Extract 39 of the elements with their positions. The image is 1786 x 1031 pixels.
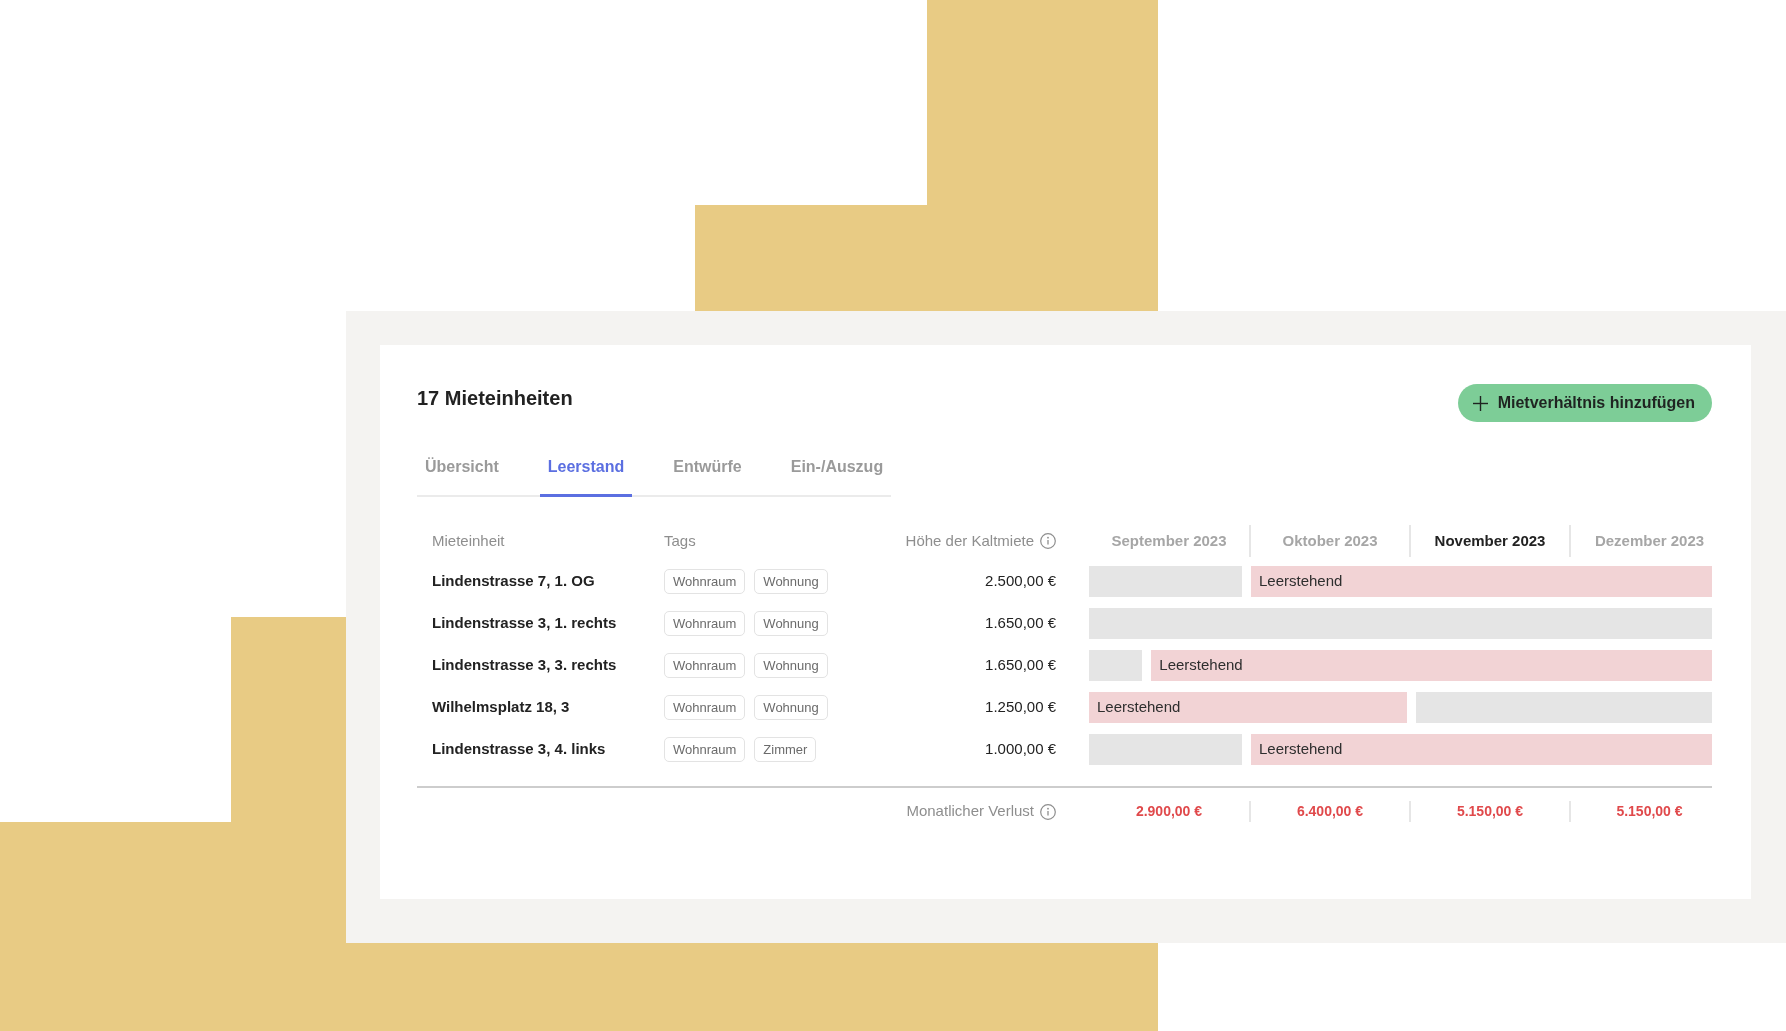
- unit-name: Lindenstrasse 3, 3. rechts: [432, 655, 617, 676]
- tab[interactable]: Übersicht: [417, 442, 507, 497]
- add-tenancy-button[interactable]: Mietverhältnis hinzufügen: [1457, 384, 1712, 422]
- tag: Wohnraum: [664, 653, 746, 678]
- month-header: November 2023: [1434, 530, 1546, 551]
- month-header: Oktober 2023: [1282, 530, 1378, 551]
- unit-name: Lindenstrasse 7, 1. OG: [432, 571, 595, 592]
- rent-amount: 1.250,00 €: [985, 697, 1056, 718]
- column-header: Mieteinheit: [432, 530, 505, 551]
- month-header: Dezember 2023: [1594, 530, 1705, 551]
- rent-amount: 1.650,00 €: [985, 655, 1056, 676]
- loss-amount: 5.150,00 €: [1616, 802, 1683, 821]
- loss-amount: 2.900,00 €: [1135, 802, 1203, 821]
- loss-amount: 6.400,00 €: [1296, 802, 1364, 821]
- rent-amount: 2.500,00 €: [985, 571, 1056, 592]
- column-header: Höhe der Kaltmiete: [905, 530, 1034, 551]
- column-header: Tags: [664, 530, 696, 551]
- loss-amount: 5.150,00 €: [1456, 802, 1524, 821]
- footer-label: Monatlicher Verlust: [906, 801, 1034, 822]
- rent-amount: 1.650,00 €: [985, 613, 1056, 634]
- tag: Zimmer: [754, 737, 817, 762]
- tab[interactable]: Leerstand: [539, 442, 633, 497]
- tag: Wohnraum: [664, 611, 746, 636]
- unit-name: Wilhelmsplatz 18, 3: [432, 697, 570, 718]
- tag: Wohnung: [754, 569, 828, 594]
- tag: Wohnung: [754, 653, 828, 678]
- tab[interactable]: Ein-/Auszug: [782, 442, 892, 497]
- tag: Wohnraum: [664, 695, 746, 720]
- tag: Wohnung: [754, 695, 828, 720]
- unit-name: Lindenstrasse 3, 4. links: [432, 739, 606, 760]
- tag: Wohnraum: [664, 737, 746, 762]
- page-title: 17 Mieteinheiten: [417, 386, 573, 411]
- plus-icon: [1472, 395, 1488, 411]
- tab[interactable]: Entwürfe: [665, 442, 750, 497]
- tag: Wohnung: [754, 611, 828, 636]
- unit-name: Lindenstrasse 3, 1. rechts: [432, 613, 617, 634]
- tag: Wohnraum: [664, 569, 746, 594]
- rent-amount: 1.000,00 €: [985, 739, 1056, 760]
- month-header: September 2023: [1111, 530, 1227, 551]
